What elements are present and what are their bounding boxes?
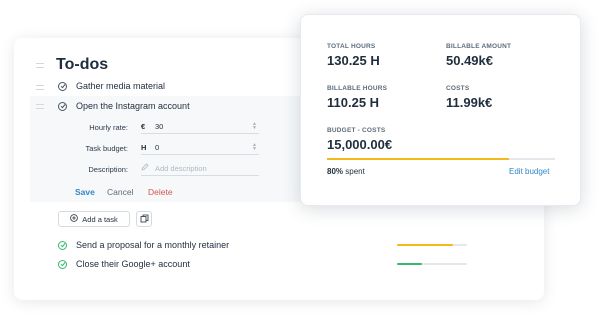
copy-icon xyxy=(140,210,149,228)
euro-prefix: € xyxy=(141,121,146,131)
task-label: Close their Google+ account xyxy=(76,259,190,269)
cancel-button[interactable]: Cancel xyxy=(107,187,133,197)
plus-circle-icon xyxy=(70,214,79,224)
save-button[interactable]: Save xyxy=(75,187,95,197)
billable-hours-label: BILLABLE HOURS xyxy=(327,85,388,92)
task-item[interactable]: Open the Instagram account xyxy=(58,101,190,111)
billable-amount-value: 50.49k€ xyxy=(446,53,493,68)
drag-handle-icon[interactable] xyxy=(36,63,44,68)
budget-card: TOTAL HOURS 130.25 H BILLABLE AMOUNT 50.… xyxy=(300,14,581,206)
stepper-icon[interactable]: ▲ ▼ xyxy=(252,143,257,152)
hours-prefix: H xyxy=(141,142,147,152)
billable-amount-label: BILLABLE AMOUNT xyxy=(446,43,512,50)
task-budget-field[interactable]: H 0 ▲ ▼ xyxy=(141,140,259,155)
description-field[interactable]: Add description xyxy=(141,161,259,176)
task-item[interactable]: Gather media material xyxy=(58,81,165,91)
costs-label: COSTS xyxy=(446,85,470,92)
task-progress-bar xyxy=(397,263,467,265)
add-task-label: Add a task xyxy=(82,214,118,224)
add-task-button[interactable]: Add a task xyxy=(58,211,130,227)
stepper-icon[interactable]: ▲ ▼ xyxy=(252,122,257,131)
description-placeholder: Add description xyxy=(155,163,207,173)
spent-suffix: spent xyxy=(345,167,365,176)
completed-task-item[interactable]: Send a proposal for a monthly retainer xyxy=(58,240,229,250)
check-circle-icon[interactable] xyxy=(58,240,67,250)
drag-handle-icon[interactable] xyxy=(36,104,44,109)
task-progress-fill xyxy=(397,263,422,265)
hourly-rate-label: Hourly rate: xyxy=(89,123,128,132)
completed-task-item[interactable]: Close their Google+ account xyxy=(58,259,190,269)
spent-percent: 80% xyxy=(327,167,344,176)
hourly-rate-value: 30 xyxy=(155,121,164,131)
description-label: Description: xyxy=(88,165,128,174)
budget-progress-fill xyxy=(327,158,510,160)
budget-costs-label: BUDGET - COSTS xyxy=(327,127,386,134)
delete-button[interactable]: Delete xyxy=(148,187,173,197)
task-label: Open the Instagram account xyxy=(76,101,190,111)
todos-title: To-dos xyxy=(56,56,109,73)
check-circle-icon[interactable] xyxy=(58,259,67,269)
budget-progress-bar xyxy=(327,158,555,160)
hourly-rate-field[interactable]: € 30 ▲ ▼ xyxy=(141,119,259,134)
billable-hours-value: 110.25 H xyxy=(327,95,380,110)
description-icon xyxy=(141,163,155,173)
total-hours-value: 130.25 H xyxy=(327,53,380,68)
task-budget-value: 0 xyxy=(155,142,160,152)
check-circle-icon[interactable] xyxy=(58,81,67,91)
task-label: Send a proposal for a monthly retainer xyxy=(76,240,230,250)
total-hours-label: TOTAL HOURS xyxy=(327,43,376,50)
budget-costs-value: 15,000.00€ xyxy=(327,137,393,152)
duplicate-button[interactable] xyxy=(136,211,152,227)
task-budget-label: Task budget: xyxy=(85,144,128,153)
task-progress-fill xyxy=(397,244,453,246)
costs-value: 11.99k€ xyxy=(446,95,493,110)
spent-text: 80% spent xyxy=(327,167,365,176)
task-progress-bar xyxy=(397,244,467,246)
task-label: Gather media material xyxy=(76,81,166,91)
edit-budget-link[interactable]: Edit budget xyxy=(509,167,549,176)
check-circle-icon[interactable] xyxy=(58,101,67,111)
drag-handle-icon[interactable] xyxy=(36,85,44,90)
